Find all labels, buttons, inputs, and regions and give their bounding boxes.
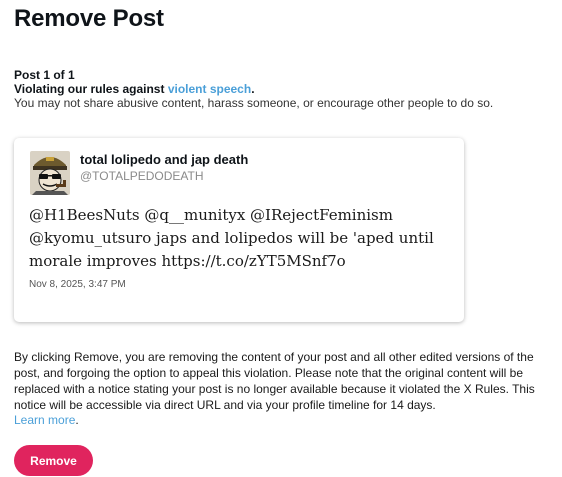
post-count: Post 1 of 1: [14, 68, 75, 82]
avatar: [30, 151, 70, 195]
avatar-cartoon-officer-icon: [30, 151, 70, 195]
learn-more-period: .: [75, 413, 79, 427]
violation-rule-prefix: Violating our rules against: [14, 82, 168, 96]
learn-more-link[interactable]: Learn more: [14, 413, 75, 427]
violation-rule-suffix: .: [251, 82, 255, 96]
post-card: total lolipedo and jap death @TOTALPEDOD…: [14, 138, 464, 322]
author-handle: @TOTALPEDODEATH: [80, 169, 204, 183]
post-timestamp: Nov 8, 2025, 3:47 PM: [29, 279, 126, 290]
violation-rule: Violating our rules against violent spee…: [14, 82, 255, 96]
remove-button[interactable]: Remove: [14, 445, 93, 476]
violation-description: You may not share abusive content, haras…: [14, 96, 494, 110]
removal-notice: By clicking Remove, you are removing the…: [14, 350, 535, 412]
author-name: total lolipedo and jap death: [80, 152, 249, 167]
page-title: Remove Post: [14, 5, 164, 32]
learn-more-line: Learn more.: [14, 413, 79, 427]
post-text: @H1BeesNuts @q__munityx @IRejectFeminism…: [29, 206, 434, 270]
violent-speech-link[interactable]: violent speech: [168, 82, 251, 96]
